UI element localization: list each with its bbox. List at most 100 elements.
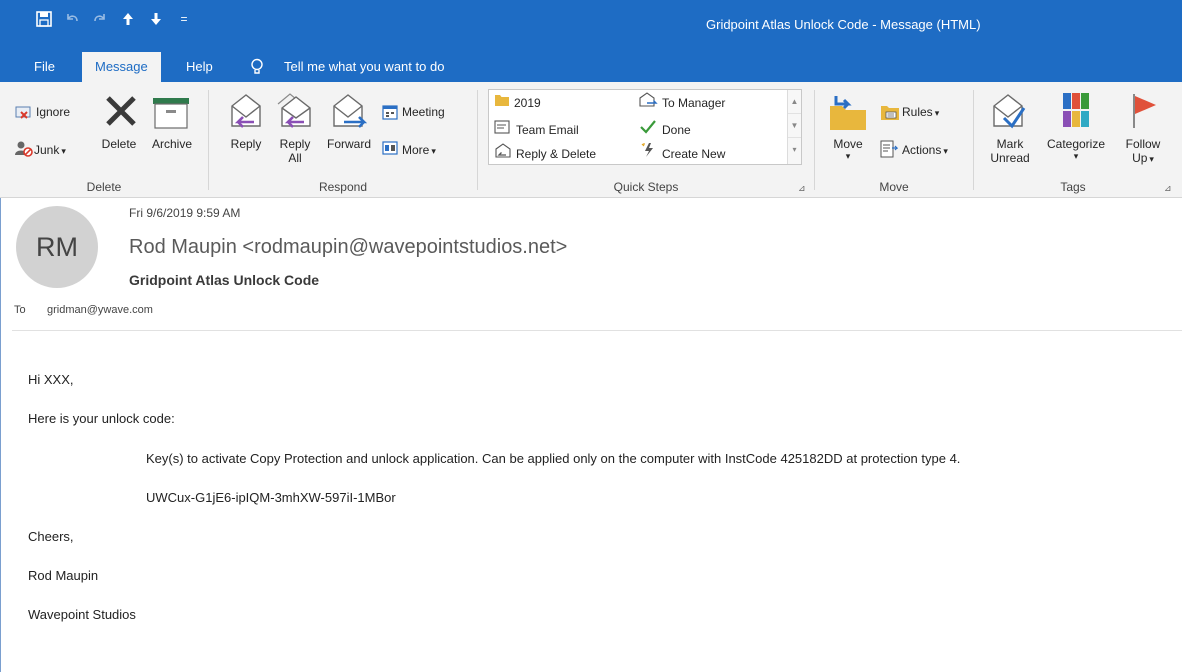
follow-up-button[interactable]: Follow Up ▾	[1116, 137, 1170, 165]
junk-button[interactable]: Junk ▾	[34, 143, 66, 157]
recipient[interactable]: gridman@ywave.com	[47, 304, 153, 316]
more-button[interactable]: More ▾	[402, 143, 436, 157]
mark-unread-label-1: Mark	[996, 137, 1024, 151]
mark-unread-icon	[990, 92, 1030, 132]
quick-step-2019[interactable]: 2019	[514, 96, 541, 110]
delete-button[interactable]: Delete	[96, 137, 142, 151]
tab-file[interactable]: File	[34, 52, 55, 82]
more-icon	[382, 140, 398, 156]
header-divider	[12, 330, 1182, 331]
group-divider	[814, 90, 815, 190]
move-folder-icon	[826, 92, 870, 132]
chevron-down-icon: ▾	[61, 146, 66, 156]
quick-step-create-new[interactable]: Create New	[662, 147, 725, 161]
group-divider	[208, 90, 209, 190]
rules-button[interactable]: Rules ▾	[902, 105, 939, 119]
avatar: RM	[16, 206, 98, 288]
arrow-down-icon[interactable]	[142, 9, 170, 29]
window-border	[0, 198, 1, 672]
tab-message[interactable]: Message	[82, 52, 161, 82]
quick-step-team-email[interactable]: Team Email	[516, 123, 579, 137]
quick-steps-launcher-icon[interactable]: ⊿	[798, 183, 806, 194]
meeting-button[interactable]: Meeting	[402, 105, 445, 119]
follow-up-label-2-text: Up	[1132, 151, 1148, 165]
tab-help[interactable]: Help	[186, 52, 213, 82]
reply-all-button[interactable]: Reply All	[272, 137, 318, 165]
categorize-label: Categorize	[1046, 137, 1106, 151]
lightbulb-icon	[250, 58, 264, 76]
redo-icon[interactable]	[86, 9, 114, 29]
tell-me-search[interactable]: Tell me what you want to do	[284, 52, 444, 82]
body-greeting: Hi XXX,	[28, 372, 74, 387]
reply-delete-icon	[494, 143, 512, 159]
expand-gallery-icon[interactable]: ▾	[788, 138, 801, 162]
meeting-icon	[382, 104, 398, 120]
message-subject: Gridpoint Atlas Unlock Code	[129, 272, 320, 288]
customize-toolbar-button[interactable]: =	[170, 9, 198, 29]
more-label: More	[402, 143, 430, 157]
quick-steps-scrollbar[interactable]: ▲ ▼ ▾	[787, 90, 801, 164]
check-icon	[640, 120, 656, 134]
actions-label: Actions	[902, 143, 942, 157]
chevron-down-icon: ▾	[1149, 154, 1154, 164]
unlock-code: UWCux-G1jE6-ipIQM-3mhXW-597iI-1MBor	[146, 490, 396, 505]
respond-group-label: Respond	[318, 180, 368, 194]
quick-steps-group-label: Quick Steps	[613, 180, 679, 194]
body-key-description: Key(s) to activate Copy Protection and u…	[146, 451, 961, 466]
quick-step-reply-delete[interactable]: Reply & Delete	[516, 147, 596, 161]
move-label: Move	[833, 137, 863, 151]
menu-bar	[0, 52, 1182, 82]
rules-icon	[880, 103, 900, 121]
group-divider	[477, 90, 478, 190]
delete-x-icon	[104, 94, 138, 128]
body-intro: Here is your unlock code:	[28, 411, 175, 426]
scroll-up-icon[interactable]: ▲	[788, 90, 801, 114]
junk-label: Junk	[34, 143, 60, 157]
reply-all-label-1: Reply	[279, 137, 311, 151]
create-new-icon	[640, 142, 656, 158]
chevron-down-icon: ▾	[1073, 151, 1079, 161]
ignore-button[interactable]: Ignore	[36, 105, 70, 119]
tags-launcher-icon[interactable]: ⊿	[1164, 183, 1172, 194]
body-signoff: Cheers,	[28, 529, 74, 544]
quick-access-toolbar: =	[30, 9, 198, 29]
forward-button[interactable]: Forward	[320, 137, 378, 151]
actions-button[interactable]: Actions ▾	[902, 143, 948, 157]
chevron-down-icon: ▾	[943, 146, 948, 156]
quick-step-to-manager[interactable]: To Manager	[662, 96, 725, 110]
mark-unread-label-2: Unread	[990, 151, 1030, 165]
archive-icon	[151, 96, 191, 130]
to-manager-icon	[638, 92, 658, 108]
team-email-icon	[494, 120, 510, 134]
actions-icon	[880, 140, 898, 158]
chevron-down-icon: ▾	[934, 108, 940, 118]
rules-label: Rules	[902, 105, 933, 119]
folder-icon	[494, 93, 510, 107]
ignore-icon	[14, 102, 34, 122]
reply-all-label-2: All	[288, 151, 302, 165]
reply-icon	[226, 92, 266, 132]
categorize-icon	[1062, 92, 1090, 128]
delete-group-label: Delete	[86, 180, 122, 194]
follow-up-label-2: Up ▾	[1116, 151, 1170, 165]
move-group-label: Move	[879, 180, 909, 194]
quick-step-done[interactable]: Done	[662, 123, 691, 137]
arrow-up-icon[interactable]	[114, 9, 142, 29]
move-button[interactable]: Move ▾	[826, 137, 870, 162]
sender[interactable]: Rod Maupin <rodmaupin@wavepointstudios.n…	[129, 236, 567, 259]
save-icon[interactable]	[30, 9, 58, 29]
undo-icon[interactable]	[58, 9, 86, 29]
junk-icon	[14, 138, 34, 158]
mark-unread-button[interactable]: Mark Unread	[986, 137, 1034, 165]
chevron-down-icon: ▾	[431, 146, 436, 156]
message-date: Fri 9/6/2019 9:59 AM	[129, 206, 241, 220]
to-label: To	[14, 304, 26, 316]
reply-button[interactable]: Reply	[222, 137, 270, 151]
body-company: Wavepoint Studios	[28, 607, 136, 622]
reply-all-icon	[274, 92, 316, 132]
categorize-button[interactable]: Categorize ▾	[1040, 137, 1112, 162]
follow-up-label-1: Follow	[1125, 137, 1161, 151]
archive-button[interactable]: Archive	[144, 137, 200, 151]
scroll-down-icon[interactable]: ▼	[788, 114, 801, 138]
flag-icon	[1130, 92, 1158, 130]
